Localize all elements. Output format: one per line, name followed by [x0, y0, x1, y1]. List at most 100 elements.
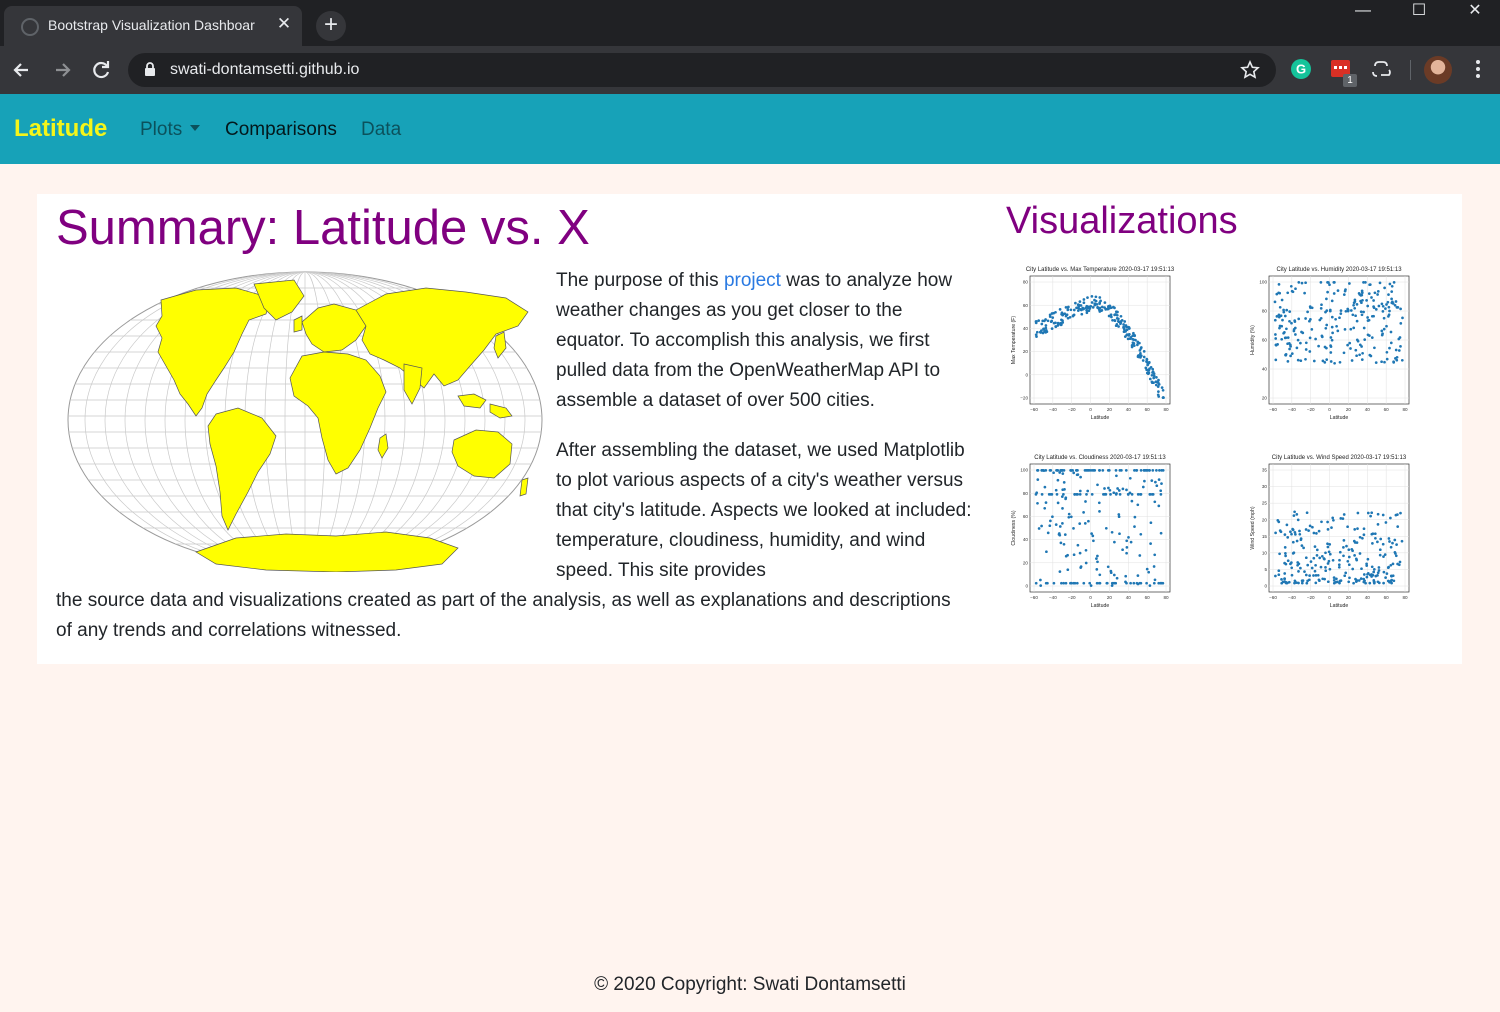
profile-avatar[interactable] — [1424, 56, 1452, 84]
plot-point — [1308, 574, 1311, 577]
plot-point — [1058, 570, 1062, 573]
plot-point — [1046, 319, 1050, 323]
plot-point — [1151, 469, 1155, 472]
maximize-icon[interactable]: ☐ — [1392, 0, 1446, 28]
plot-point — [1285, 308, 1289, 312]
plot-point — [1316, 573, 1320, 577]
plot-max-temperature[interactable]: City Latitude vs. Max Temperature 2020-0… — [1008, 262, 1178, 440]
plot-wind-speed-svg: City Latitude vs. Wind Speed 2020-03-17 … — [1250, 455, 1410, 609]
address-bar[interactable]: swati-dontamsetti.github.io — [128, 53, 1276, 87]
plot-point — [1378, 281, 1382, 285]
nav-comparisons[interactable]: Comparisons — [225, 119, 337, 141]
plot-point — [1277, 573, 1281, 577]
plot-point — [1365, 575, 1369, 579]
navbar-brand[interactable]: Latitude — [14, 115, 107, 143]
browser-tab[interactable]: Bootstrap Visualization Dashboar ✕ — [4, 6, 302, 46]
plot-point — [1332, 518, 1335, 522]
plot-point — [1382, 581, 1385, 585]
nav-data[interactable]: Data — [361, 119, 401, 141]
plot-cloudiness-svg: City Latitude vs. Cloudiness 2020-03-17 … — [1011, 455, 1171, 609]
plot-point — [1325, 323, 1329, 327]
plot-point — [1294, 533, 1297, 536]
plot-point — [1354, 557, 1358, 561]
plot-point — [1304, 556, 1308, 560]
plot-point — [1096, 554, 1099, 558]
menu-kebab-icon[interactable] — [1467, 58, 1489, 80]
plot-point — [1108, 488, 1112, 492]
plot-point — [1086, 489, 1090, 493]
plot-point — [1287, 580, 1291, 584]
plot-point — [1385, 357, 1389, 361]
plot-humidity[interactable]: City Latitude vs. Humidity 2020-03-17 19… — [1247, 262, 1417, 440]
plot-point — [1153, 578, 1157, 582]
plot-point — [1156, 385, 1160, 388]
plot-point — [1387, 537, 1391, 540]
plot-point — [1071, 469, 1074, 472]
plot-y-tick-label: 60 — [1262, 338, 1268, 343]
plot-point — [1290, 573, 1294, 577]
tab-close-icon[interactable]: ✕ — [274, 14, 294, 34]
plot-x-tick-label: 20 — [1107, 595, 1113, 600]
plot-point — [1288, 319, 1291, 323]
plot-point — [1290, 321, 1293, 325]
plot-point — [1338, 558, 1341, 562]
plot-point — [1097, 581, 1101, 585]
plot-point — [1274, 574, 1277, 578]
plot-point — [1304, 348, 1308, 351]
plot-point — [1352, 581, 1355, 585]
plot-x-tick-label: 0 — [1328, 407, 1331, 412]
plot-point — [1391, 541, 1394, 545]
plot-point — [1372, 568, 1376, 571]
plot-point — [1040, 524, 1043, 528]
plot-point — [1280, 578, 1283, 581]
forward-arrow-icon[interactable] — [48, 56, 76, 84]
plot-point — [1034, 581, 1038, 585]
plot-point — [1392, 281, 1396, 284]
plot-point — [1079, 566, 1083, 569]
plot-point — [1127, 326, 1131, 329]
plot-point — [1049, 320, 1053, 324]
svg-text:G: G — [1296, 62, 1306, 77]
plot-point — [1063, 533, 1067, 536]
plot-point — [1277, 520, 1281, 524]
plot-point — [1066, 308, 1070, 312]
grammarly-icon[interactable]: G — [1290, 58, 1312, 80]
plot-x-tick-label: 60 — [1384, 595, 1390, 600]
minimize-icon[interactable]: — — [1336, 0, 1390, 28]
plot-point — [1324, 310, 1327, 314]
plot-point — [1310, 328, 1314, 331]
plot-point — [1370, 296, 1373, 299]
plot-point — [1095, 557, 1098, 560]
plot-wind-speed[interactable]: City Latitude vs. Wind Speed 2020-03-17 … — [1247, 450, 1417, 628]
plot-point — [1320, 554, 1324, 558]
plot-point — [1301, 331, 1305, 335]
plot-point — [1039, 584, 1043, 587]
plot-point — [1371, 542, 1374, 545]
plot-point — [1145, 368, 1148, 372]
reload-icon[interactable] — [87, 56, 115, 84]
plot-point — [1374, 536, 1377, 540]
plot-x-axis-label: Latitude — [1091, 603, 1110, 609]
plot-point — [1277, 313, 1281, 317]
plot-point — [1390, 290, 1394, 293]
window-close-icon[interactable]: ✕ — [1448, 0, 1500, 28]
nav-plots-dropdown[interactable]: Plots — [140, 119, 201, 141]
plot-point — [1397, 349, 1401, 352]
plot-point — [1057, 533, 1061, 536]
extension-puzzle-icon[interactable] — [1371, 58, 1393, 80]
plot-point — [1318, 318, 1322, 322]
plot-point — [1118, 493, 1122, 496]
plot-point — [1360, 289, 1364, 293]
project-link[interactable]: project — [724, 270, 781, 291]
new-tab-button[interactable]: + — [316, 11, 346, 41]
plot-point — [1274, 333, 1277, 336]
plot-point — [1039, 578, 1042, 582]
bookmark-star-icon[interactable] — [1240, 60, 1260, 80]
plot-point — [1376, 571, 1380, 575]
plot-point — [1104, 526, 1108, 530]
back-arrow-icon[interactable] — [8, 56, 36, 84]
plot-point — [1331, 331, 1334, 335]
plot-point — [1109, 493, 1112, 496]
plot-cloudiness[interactable]: City Latitude vs. Cloudiness 2020-03-17 … — [1008, 450, 1178, 628]
analysis-paragraph: After assembling the dataset, we used Ma… — [556, 440, 972, 581]
